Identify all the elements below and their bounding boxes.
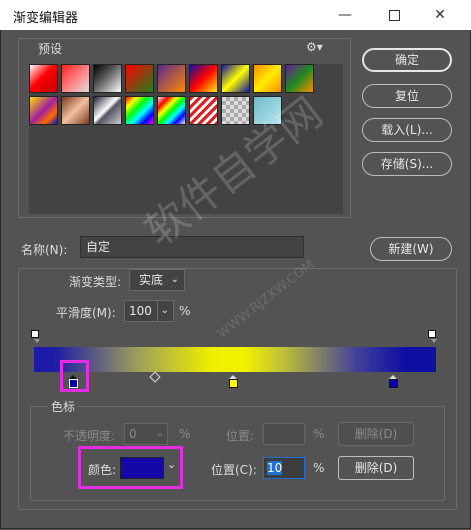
opacity-location-input[interactable] [263,423,305,445]
name-label: 名称(N): [21,243,68,257]
preset-swatch[interactable] [61,64,90,93]
chevron-down-icon: ⌄ [155,428,164,439]
opacity-value: 0 [129,427,137,441]
color-delete-button[interactable]: 删除(D) [338,456,414,480]
preset-swatch[interactable] [29,96,58,125]
opacity-delete-button[interactable]: 删除(D) [338,422,414,446]
preset-swatch[interactable] [157,96,186,125]
ok-button[interactable]: 确定 [362,48,452,72]
preset-swatch[interactable] [253,64,282,93]
presets-menu-button[interactable]: ⚙▾ [306,40,323,54]
preset-swatch[interactable] [189,64,218,93]
preset-swatch[interactable] [157,64,186,93]
color-stop-selected[interactable] [69,375,78,388]
opacity-stop-pointer [431,339,437,343]
color-stop-yellow[interactable] [229,375,238,388]
minimize-icon: — [338,7,352,23]
preset-swatch[interactable] [61,96,90,125]
color-label: 颜色: [88,463,117,477]
preset-swatch[interactable] [125,64,154,93]
maximize-icon [388,9,400,21]
gradient-preview-bar[interactable] [34,347,436,372]
chevron-down-icon[interactable]: ⌄ [167,458,176,471]
color-location-label: 位置(C): [211,463,257,477]
preset-swatch[interactable] [125,96,154,125]
smoothness-value: 100 [129,304,152,318]
preset-swatch[interactable] [29,64,58,93]
minimize-button[interactable]: — [323,0,367,30]
opacity-input[interactable]: 0 ⌄ [124,423,168,445]
save-button[interactable]: 存储(S)... [362,152,452,176]
gear-icon: ⚙▾ [306,40,323,54]
preset-swatch[interactable] [93,96,122,125]
gradient-type-select[interactable]: 实底 ⌄ [129,269,185,291]
load-button[interactable]: 载入(L)... [362,118,452,142]
maximize-button[interactable] [372,0,416,30]
color-location-value: 10 [267,461,283,475]
reset-button[interactable]: 复位 [362,84,452,108]
color-location-unit: % [313,461,325,475]
opacity-stop-right[interactable] [428,330,436,338]
color-location-input[interactable]: 10 [263,457,305,479]
new-button[interactable]: 新建(W) [370,237,452,261]
smoothness-input[interactable]: 100 ⌄ [124,300,174,322]
color-swatch[interactable] [120,457,164,479]
opacity-location-label: 位置: [226,429,255,443]
opacity-stop-pointer [34,339,40,343]
chevron-down-icon: ⌄ [170,274,179,285]
opacity-unit: % [179,427,191,441]
chevron-down-icon: ⌄ [156,301,169,321]
name-input[interactable]: 自定 [80,236,304,258]
gradient-type-label: 渐变类型: [69,275,122,289]
stops-label: 色标 [48,398,79,415]
close-icon: ✕ [434,7,446,23]
opacity-location-unit: % [313,427,325,441]
gradient-type-value: 实底 [139,273,164,287]
preset-swatch[interactable] [221,64,250,93]
smoothness-label: 平滑度(M): [56,306,116,320]
opacity-label: 不透明度: [63,429,116,443]
preset-swatch[interactable] [189,96,218,125]
smoothness-unit: % [179,304,191,318]
close-button[interactable]: ✕ [418,0,462,30]
preset-swatch[interactable] [93,64,122,93]
window-title: 渐变编辑器 [13,11,79,26]
opacity-stop-left[interactable] [31,330,39,338]
presets-label: 预设 [38,42,63,56]
color-stop-blue[interactable] [389,375,398,388]
